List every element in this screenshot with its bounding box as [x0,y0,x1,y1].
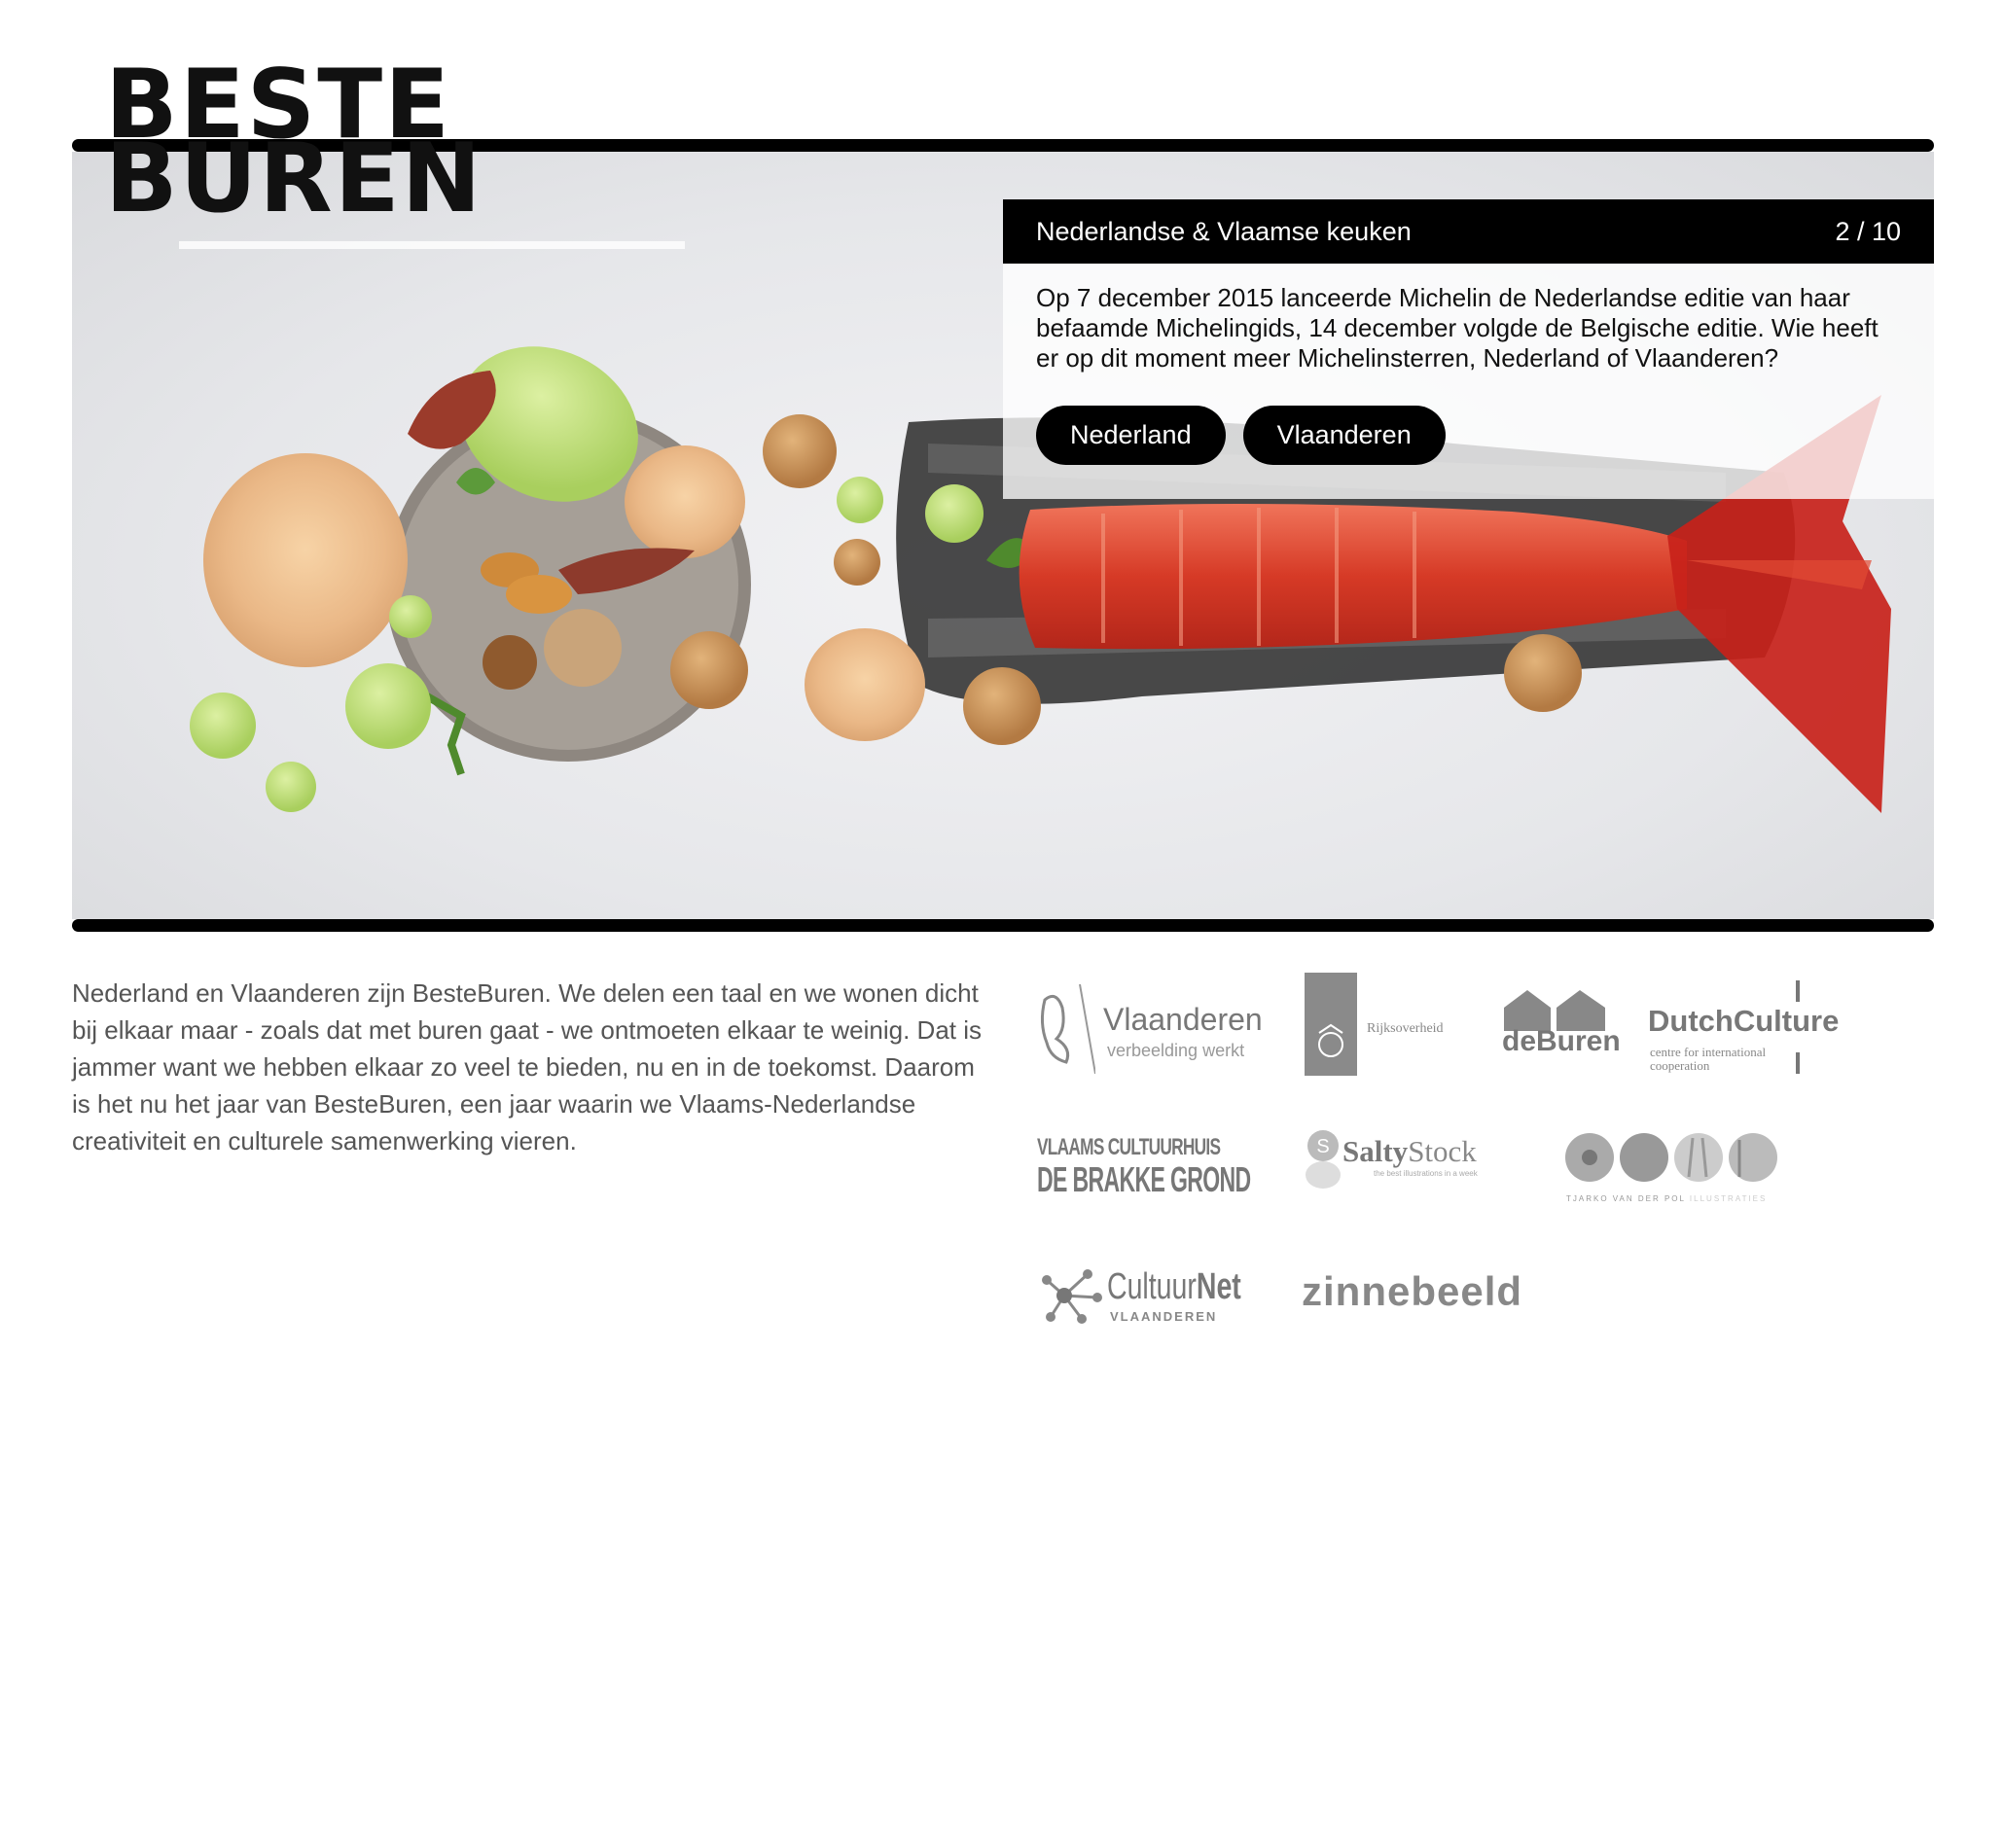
dutchculture-bar-top [1796,980,1800,1002]
sponsor-logos: Vlaanderen verbeelding werkt Rijksoverhe… [1037,973,1942,1342]
saltystock-logo[interactable]: S SaltyStock the best illustrations in a… [1302,1128,1545,1196]
tjarko-suffix: ILLUSTRATIES [1689,1194,1768,1203]
intro-text: Nederland en Vlaanderen zijn BesteBuren.… [72,978,983,1155]
rijksoverheid-logo[interactable]: Rijksoverheid [1305,973,1480,1076]
cultuurnet-name: CultuurNet [1107,1266,1241,1308]
rijksoverheid-name: Rijksoverheid [1367,1021,1444,1036]
crest-icon [1318,1023,1343,1057]
dutchculture-tagline-2: cooperation [1650,1058,1710,1073]
rijksoverheid-emblem [1305,973,1357,1076]
cultuurnet-sub: VLAANDEREN [1110,1309,1218,1324]
dutchculture-name: DutchCulture [1648,1004,1840,1038]
svg-text:S: S [1316,1136,1329,1157]
cultuurnet-name-light: Cultuur [1107,1266,1197,1307]
saltystock-name: SaltyStock [1342,1134,1477,1169]
quiz-question: Op 7 december 2015 lanceerde Michelin de… [1036,283,1879,373]
dutchculture-logo[interactable]: DutchCulture centre for international co… [1648,980,1881,1078]
brakke-grond-line-2: DE BRAKKE GROND [1037,1159,1251,1199]
quiz-panel: Nederlandse & Vlaamse keuken 2 / 10 Op 7… [1003,199,1934,499]
answer-vlaanderen-button[interactable]: Vlaanderen [1242,406,1446,465]
tjarko-name: TJARKO VAN DER POL [1566,1194,1686,1203]
deburen-logo[interactable]: deBuren [1502,990,1621,1068]
deburen-name: deBuren [1502,1025,1621,1057]
bottom-divider [72,919,1934,932]
cultuurnet-name-bold: Net [1196,1266,1241,1307]
quiz-answers: Nederland Vlaanderen [1036,406,1446,465]
vlaanderen-tagline: verbeelding werkt [1107,1041,1245,1060]
saltystock-tagline: the best illustrations in a week [1374,1169,1478,1178]
lion-icon [1040,983,1095,1075]
vlaanderen-logo[interactable]: Vlaanderen verbeelding werkt [1037,980,1270,1078]
saltystock-name-bold: Salty [1342,1134,1409,1168]
dutchculture-bar-bottom [1796,1052,1800,1074]
saltystock-name-light: Stock [1408,1134,1477,1168]
answer-nederland-button[interactable]: Nederland [1036,406,1226,465]
site-logo[interactable]: BESTE BUREN [105,57,483,234]
salt-shaker-icon: S [1306,1130,1341,1189]
logo-line-2: BUREN [105,124,483,234]
tjarko-caption: TJARKO VAN DER POL ILLUSTRATIES [1566,1194,1767,1203]
brakke-grond-logo[interactable]: VLAAMS CULTUURHUIS DE BRAKKE GROND [1037,1134,1270,1202]
brakke-grond-line-1: VLAAMS CULTUURHUIS [1037,1134,1221,1160]
zinnebeeld-name: zinnebeeld [1302,1268,1523,1314]
cultuurnet-logo[interactable]: CultuurNet VLAANDEREN [1037,1266,1280,1334]
vlaanderen-name: Vlaanderen [1103,1002,1263,1037]
quiz-progress: 2 / 10 [1835,216,1901,246]
tjarko-logo[interactable]: TJARKO VAN DER POL ILLUSTRATIES [1564,1132,1788,1210]
quiz-category: Nederlandse & Vlaamse keuken [1036,216,1412,246]
quiz-header: Nederlandse & Vlaamse keuken 2 / 10 [1003,199,1934,264]
zinnebeeld-logo[interactable]: zinnebeeld [1302,1268,1545,1327]
illustration-circles-icon [1565,1133,1777,1182]
network-icon [1042,1269,1102,1324]
